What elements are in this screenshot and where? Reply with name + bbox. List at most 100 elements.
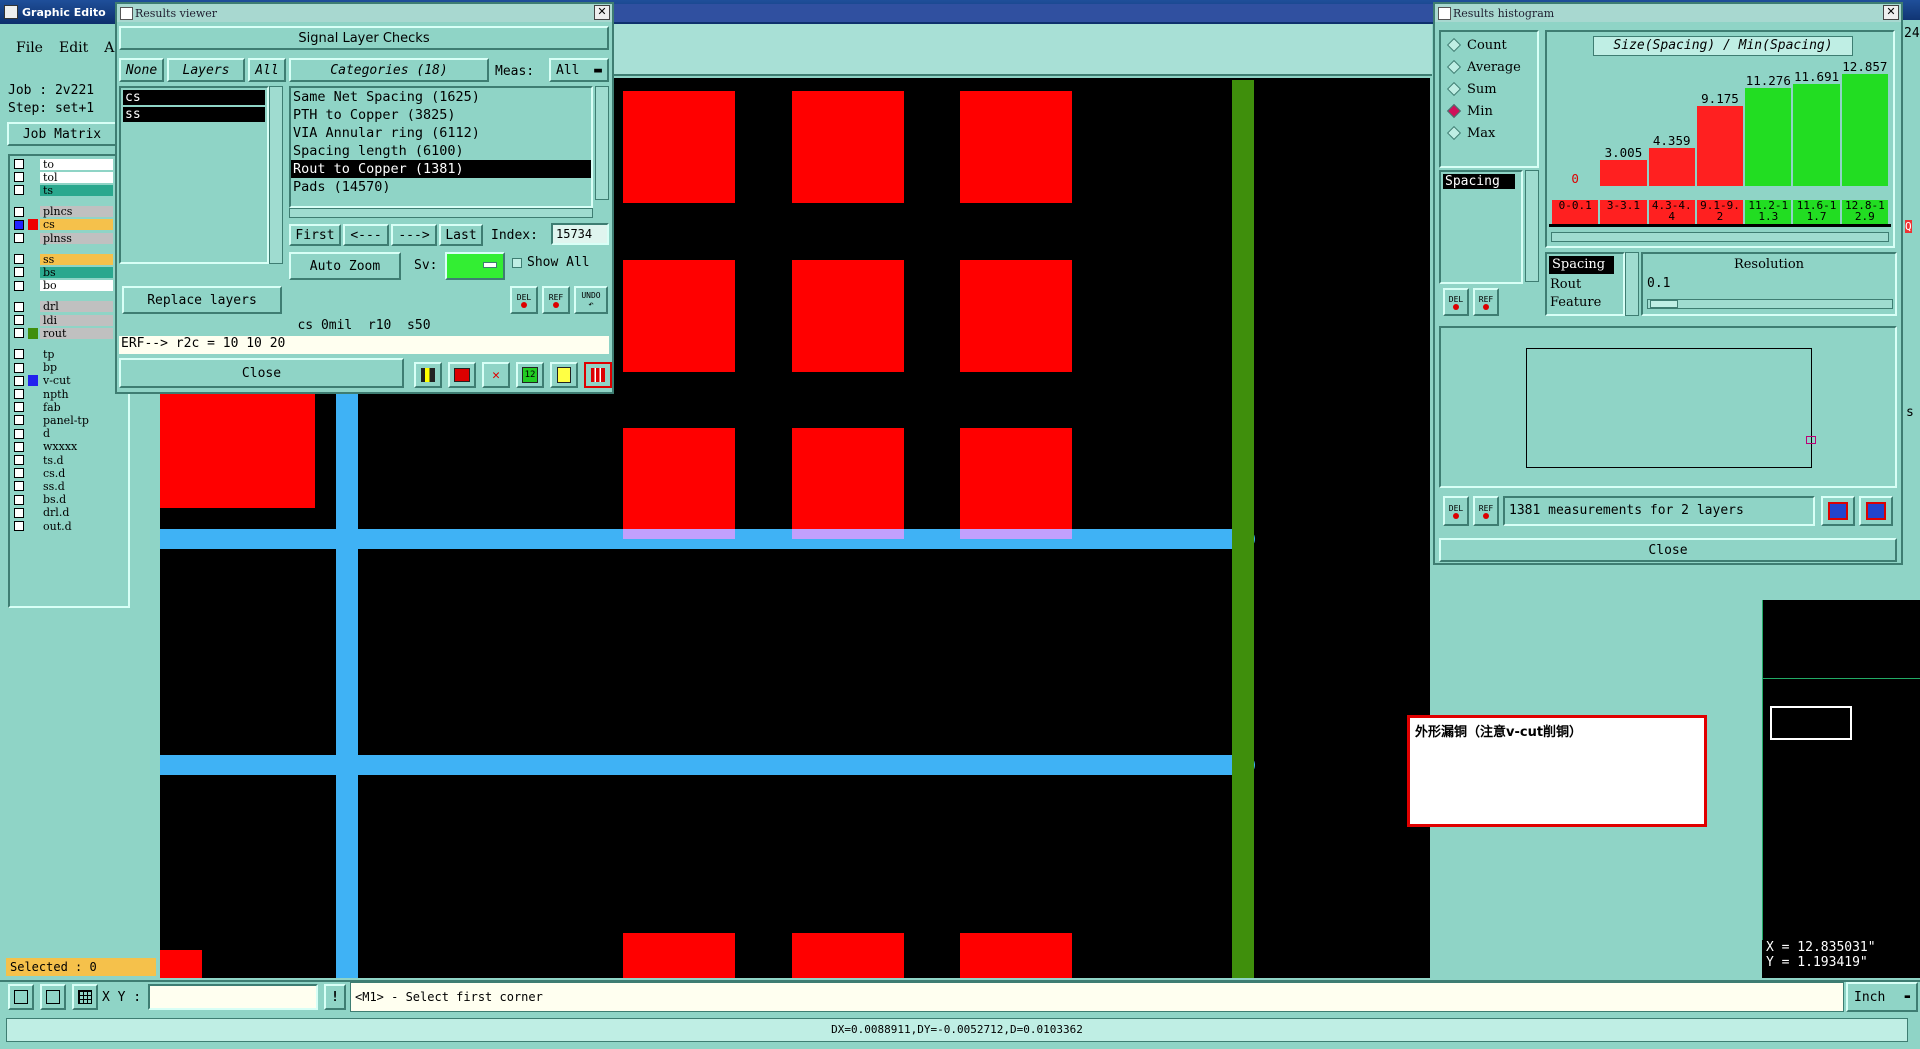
tool-icon-5[interactable] <box>550 362 578 388</box>
layer-checkbox[interactable] <box>14 254 24 265</box>
layer-checkbox[interactable] <box>14 315 24 325</box>
aggregate-option-max[interactable]: Max <box>1441 122 1537 144</box>
layer-row-to[interactable]: to <box>10 158 128 170</box>
attribute-list[interactable]: Spacing Rout Feature <box>1545 252 1625 316</box>
attribute-item[interactable]: Feature <box>1547 294 1623 312</box>
results-viewer-titlebar[interactable]: Results viewer ✕ <box>117 4 612 22</box>
layer-checkbox[interactable] <box>14 481 24 492</box>
layer-row-tp[interactable]: tp <box>10 348 128 360</box>
layer-checkbox[interactable] <box>14 219 24 230</box>
hist-export-button[interactable] <box>1821 496 1855 526</box>
layer-checkbox[interactable] <box>14 206 24 217</box>
histogram-bar[interactable] <box>1648 148 1695 186</box>
layer-row-bs[interactable]: bs <box>10 266 128 278</box>
layer-row-ldi[interactable]: ldi <box>10 314 128 326</box>
prev-button[interactable]: <--- <box>343 224 389 246</box>
histogram-bar[interactable] <box>1793 84 1840 186</box>
ref-button[interactable]: REF <box>542 286 570 314</box>
category-item[interactable]: Same Net Spacing (1625) <box>291 88 591 106</box>
select-tool-button[interactable] <box>8 984 34 1010</box>
grid-tool-button[interactable] <box>72 984 98 1010</box>
tool-icon-1[interactable] <box>414 362 442 388</box>
sv-color-dropdown[interactable] <box>445 252 505 280</box>
layer-row-bs.d[interactable]: bs.d <box>10 494 128 506</box>
histogram-chart[interactable]: Size(Spacing) / Min(Spacing) 0 0-0.1 3.005… <box>1545 30 1895 248</box>
series-list-item[interactable]: Spacing <box>1443 174 1515 189</box>
layer-checkbox[interactable] <box>14 389 24 399</box>
series-list-scrollbar[interactable] <box>1525 170 1539 282</box>
radio-icon[interactable] <box>1446 125 1462 141</box>
categories-hscroll[interactable] <box>289 208 593 218</box>
histogram-bar[interactable] <box>1600 159 1647 186</box>
none-button[interactable]: None <box>119 58 164 82</box>
layer-checkbox[interactable] <box>14 375 24 386</box>
index-field[interactable]: 15734 <box>551 223 609 245</box>
tool-icon-3[interactable]: ✕ <box>482 362 510 388</box>
tool-icon-4[interactable]: 12 <box>516 362 544 388</box>
layer-row-panel-tp[interactable]: panel-tp <box>10 414 128 426</box>
categories-button[interactable]: Categories (18) <box>289 58 489 82</box>
layer-row-v-cut[interactable]: v-cut <box>10 375 128 387</box>
results-viewer-close-button[interactable]: Close <box>119 358 404 388</box>
layer-checkbox[interactable] <box>14 362 24 373</box>
undo-button[interactable]: UNDO ↶ <box>574 286 608 314</box>
layer-row-cs[interactable]: cs <box>10 219 128 231</box>
layer-checkbox[interactable] <box>14 172 24 183</box>
layer-row-cs.d[interactable]: cs.d <box>10 467 128 479</box>
layer-row-npth[interactable]: npth <box>10 388 128 400</box>
layer-row-ts.d[interactable]: ts.d <box>10 454 128 466</box>
close-icon[interactable]: ✕ <box>1883 5 1899 20</box>
job-matrix-button[interactable]: Job Matrix <box>7 122 117 146</box>
category-item[interactable]: Spacing length (6100) <box>291 142 591 160</box>
layer-row-tol[interactable]: tol <box>10 171 128 183</box>
layer-checkbox[interactable] <box>14 507 24 518</box>
layer-row-rout[interactable]: rout <box>10 327 128 339</box>
histogram-close-button[interactable]: Close <box>1439 538 1897 562</box>
layer-row-ss[interactable]: ss <box>10 253 128 265</box>
series-list[interactable]: Spacing <box>1439 170 1523 284</box>
alert-button[interactable]: ! <box>324 984 346 1010</box>
layer-list-scrollbar[interactable] <box>269 86 283 264</box>
all-button[interactable]: All <box>248 58 286 82</box>
menu-file[interactable]: File <box>16 40 43 60</box>
layer-row-plnss[interactable]: plnss <box>10 232 128 244</box>
attribute-scrollbar[interactable] <box>1625 252 1639 316</box>
layer-select-item[interactable]: cs <box>123 90 265 105</box>
slider-handle[interactable] <box>1650 300 1678 308</box>
layer-row-ts[interactable]: ts <box>10 184 128 196</box>
layer-row-out.d[interactable]: out.d <box>10 520 128 532</box>
close-icon[interactable]: ✕ <box>594 5 610 20</box>
histogram-bar[interactable] <box>1745 87 1792 186</box>
category-item[interactable]: Pads (14570) <box>291 178 591 196</box>
aggregate-option-min[interactable]: Min <box>1441 100 1537 122</box>
hist-del-button[interactable]: DEL <box>1443 496 1469 526</box>
layer-checkbox[interactable] <box>14 159 24 169</box>
category-item[interactable]: Rout to Copper (1381) <box>291 160 591 178</box>
categories-list[interactable]: Same Net Spacing (1625) PTH to Copper (38… <box>289 86 593 208</box>
radio-icon[interactable] <box>1446 59 1462 75</box>
category-item[interactable]: VIA Annular ring (6112) <box>291 124 591 142</box>
xy-input[interactable] <box>148 984 318 1010</box>
layer-select-item[interactable]: ss <box>123 107 265 122</box>
del-button[interactable]: DEL <box>510 286 538 314</box>
layer-row-bp[interactable]: bp <box>10 362 128 374</box>
hist-left-ref-button[interactable]: REF <box>1473 288 1499 316</box>
category-item[interactable]: PTH to Copper (3825) <box>291 106 591 124</box>
layer-select-list[interactable]: cs ss <box>119 86 269 264</box>
hist-left-del-button[interactable]: DEL <box>1443 288 1469 316</box>
layer-checkbox[interactable] <box>14 185 24 196</box>
last-button[interactable]: Last <box>439 224 483 246</box>
layer-checkbox[interactable] <box>14 301 24 312</box>
layer-row-wxxxx[interactable]: wxxxx <box>10 441 128 453</box>
histogram-button[interactable] <box>584 362 612 388</box>
resolution-slider[interactable] <box>1647 299 1893 309</box>
histogram-bar[interactable] <box>1841 74 1888 186</box>
radio-icon[interactable] <box>1446 81 1462 97</box>
aggregate-option-average[interactable]: Average <box>1441 56 1537 78</box>
show-all-checkbox[interactable] <box>512 258 522 268</box>
layer-checkbox[interactable] <box>14 402 24 413</box>
layer-checkbox[interactable] <box>14 468 24 479</box>
layer-checkbox[interactable] <box>14 455 24 465</box>
hist-ref-button[interactable]: REF <box>1473 496 1499 526</box>
aggregate-option-sum[interactable]: Sum <box>1441 78 1537 100</box>
